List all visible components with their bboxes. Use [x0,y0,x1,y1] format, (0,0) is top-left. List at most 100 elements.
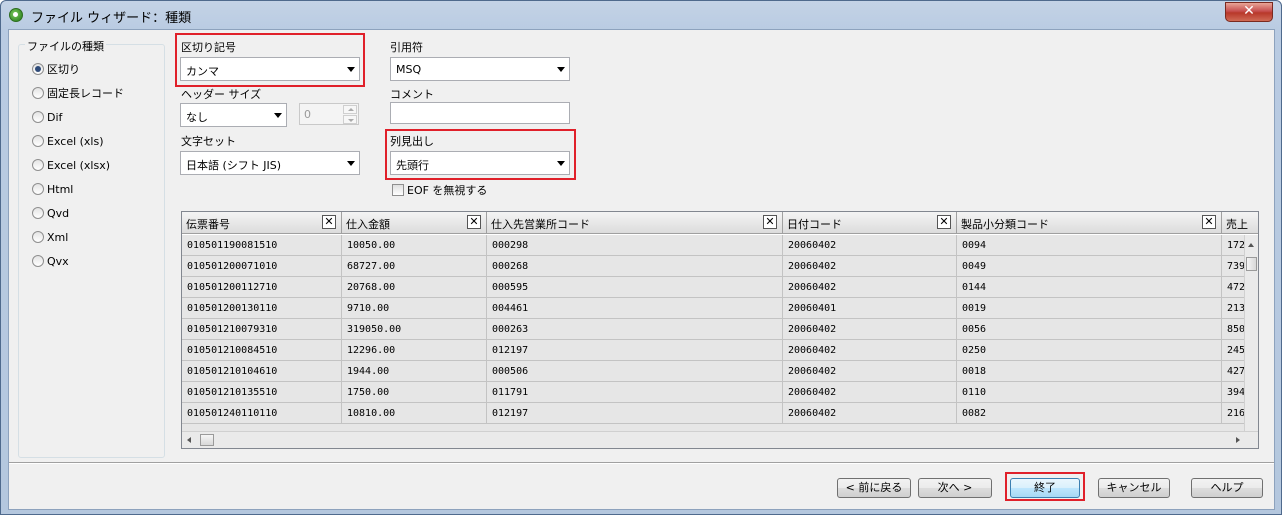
close-icon[interactable]: ✕ [322,215,336,229]
title-bar[interactable]: ファイル ウィザード：種類 ✕ [1,1,1281,29]
scroll-right-icon[interactable] [1236,437,1240,443]
back-button[interactable]: < 前に戻る [837,478,911,498]
table-cell: 20060402 [783,235,957,256]
radio-qvx[interactable]: Qvx [32,253,69,269]
header-size-number: 0 [304,108,311,121]
radio-delimited[interactable]: 区切り [32,61,80,77]
radio-button-icon[interactable] [32,87,44,99]
close-button[interactable]: ✕ [1225,2,1273,22]
close-icon[interactable]: ✕ [467,215,481,229]
help-button[interactable]: ヘルプ [1191,478,1263,498]
chevron-down-icon [274,113,282,118]
table-cell: 0144 [957,277,1222,298]
data-preview-table[interactable]: 伝票番号 ✕ 仕入金額 ✕ 仕入先営業所コード ✕ 日付コード ✕ 製品小分類コ… [181,211,1259,449]
column-header[interactable]: 仕入金額 ✕ [342,212,487,234]
radio-button-icon[interactable] [32,183,44,195]
column-header[interactable]: 売上 [1222,212,1258,234]
qlikview-app-icon [9,8,23,22]
ignore-eof-checkbox[interactable]: EOF を無視する [392,182,487,198]
table-row: 010501200071010 68727.00 000268 20060402… [182,256,1248,277]
table-row: 010501210135510 1750.00 011791 20060402 … [182,382,1248,403]
radio-label: Xml [47,230,69,244]
spin-up-icon[interactable] [343,105,357,114]
radio-button-icon[interactable] [32,159,44,171]
close-icon[interactable]: ✕ [1202,215,1216,229]
scroll-thumb[interactable] [200,434,214,446]
cancel-button[interactable]: キャンセル [1098,478,1170,498]
table-cell: 010501210104610 [182,361,342,382]
table-cell: 010501200071010 [182,256,342,277]
radio-button-icon[interactable] [32,255,44,267]
radio-button-icon[interactable] [32,207,44,219]
spin-down-icon[interactable] [343,115,357,124]
charset-value: 日本語 (シフト JIS) [186,159,282,172]
radio-label: Excel (xls) [47,134,104,148]
table-cell: 20060402 [783,361,957,382]
column-header-label: 製品小分類コード [961,218,1049,231]
header-size-dropdown[interactable]: なし [180,103,287,127]
column-header[interactable]: 製品小分類コード ✕ [957,212,1222,234]
table-row: 010501210084510 12296.00 012197 20060402… [182,340,1248,361]
vertical-scrollbar[interactable] [1244,235,1258,431]
table-cell: 0082 [957,403,1222,424]
radio-excel-xlsx[interactable]: Excel (xlsx) [32,157,110,173]
close-icon[interactable]: ✕ [937,215,951,229]
table-header: 伝票番号 ✕ 仕入金額 ✕ 仕入先営業所コード ✕ 日付コード ✕ 製品小分類コ… [182,212,1258,234]
radio-html[interactable]: Html [32,181,73,197]
column-header[interactable]: 伝票番号 ✕ [182,212,342,234]
table-cell: 1944.00 [342,361,487,382]
checkbox-icon[interactable] [392,184,404,196]
table-cell: 010501240110110 [182,403,342,424]
table-cell: 004461 [487,298,783,319]
quote-dropdown[interactable]: MSQ [390,57,570,81]
radio-button-icon[interactable] [32,111,44,123]
radio-label: Dif [47,110,63,124]
radio-label: Html [47,182,74,196]
table-cell: 20060402 [783,403,957,424]
radio-dif[interactable]: Dif [32,109,62,125]
table-cell: 20768.00 [342,277,487,298]
scroll-left-icon[interactable] [187,437,191,443]
close-icon[interactable]: ✕ [763,215,777,229]
column-header-label: 日付コード [787,218,842,231]
radio-label: 区切り [47,63,80,76]
scroll-up-icon[interactable] [1248,243,1254,247]
table-cell: 20060402 [783,319,957,340]
table-body: 010501190081510 10050.00 000298 20060402… [182,235,1248,431]
table-cell: 010501210135510 [182,382,342,403]
radio-button-icon[interactable] [32,63,44,75]
table-cell: 000298 [487,235,783,256]
radio-xml[interactable]: Xml [32,229,68,245]
column-header-label: 仕入金額 [346,218,390,231]
column-header[interactable]: 仕入先営業所コード ✕ [487,212,783,234]
file-type-legend: ファイルの種類 [25,38,106,54]
quote-label: 引用符 [390,41,423,54]
charset-label: 文字セット [181,135,236,148]
table-row: 010501200130110 9710.00 004461 20060401 … [182,298,1248,319]
table-cell: 010501190081510 [182,235,342,256]
radio-button-icon[interactable] [32,231,44,243]
column-header[interactable]: 日付コード ✕ [783,212,957,234]
scroll-thumb[interactable] [1246,257,1257,271]
radio-label: 固定長レコード [47,87,124,100]
table-row: 010501210104610 1944.00 000506 20060402 … [182,361,1248,382]
table-cell: 010501200112710 [182,277,342,298]
radio-button-icon[interactable] [32,135,44,147]
charset-dropdown[interactable]: 日本語 (シフト JIS) [180,151,360,175]
column-header-label: 仕入先営業所コード [491,218,590,231]
radio-label: Qvx [47,254,69,268]
comment-input[interactable] [390,102,570,124]
chevron-down-icon [557,67,565,72]
table-cell: 000506 [487,361,783,382]
table-cell: 010501210079310 [182,319,342,340]
table-cell: 1750.00 [342,382,487,403]
radio-excel-xls[interactable]: Excel (xls) [32,133,104,149]
header-size-value: なし [186,111,208,124]
radio-qvd[interactable]: Qvd [32,205,69,221]
table-cell: 20060401 [783,298,957,319]
table-cell: 20060402 [783,277,957,298]
radio-fixed-record[interactable]: 固定長レコード [32,85,124,101]
horizontal-scrollbar[interactable] [182,431,1258,448]
next-button[interactable]: 次へ > [918,478,992,498]
header-size-spinner[interactable]: 0 [299,103,359,125]
